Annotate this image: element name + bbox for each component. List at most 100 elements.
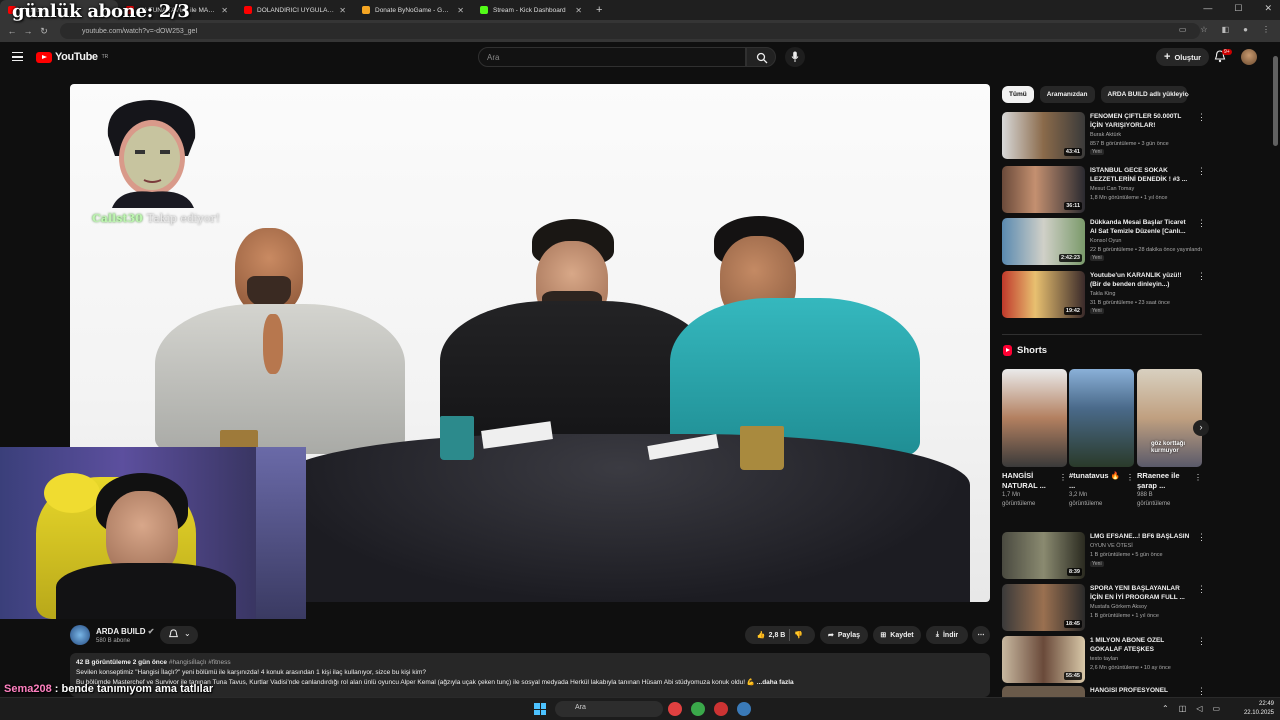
notification-count-badge: 9+ — [1222, 49, 1232, 55]
browser-tab[interactable]: DOLANDIRICI UYGULAMALAR ✕ — [236, 0, 354, 20]
chip-from-uploader[interactable]: ARDA BUILD adlı yükleyiciden — [1100, 86, 1187, 103]
channel-avatar[interactable] — [70, 625, 90, 645]
table — [270, 434, 970, 602]
wall-panel — [256, 447, 306, 619]
maximize-icon[interactable]: ☐ — [1234, 3, 1242, 14]
xbox-icon[interactable] — [691, 702, 705, 716]
browser-tab[interactable]: Donate ByNoGame - Gelen/Giden ✕ — [354, 0, 472, 20]
bookmark-star-icon[interactable]: ☆ — [1200, 25, 1207, 34]
minimize-icon[interactable]: — — [1203, 3, 1212, 14]
cast-icon[interactable]: ▭ — [1179, 25, 1187, 34]
follower-alert-image — [107, 100, 196, 208]
share-icon: ➦ — [827, 632, 834, 639]
video-thumbnail[interactable]: 55:45 — [1002, 636, 1085, 683]
short-thumbnail[interactable]: göz korttağı kurmuyor — [1137, 369, 1202, 467]
video-thumbnail[interactable] — [1002, 686, 1085, 697]
more-options-icon[interactable]: ⋮ — [1194, 473, 1202, 482]
browser-tab[interactable]: Stream - Kick Dashboard ✕ — [472, 0, 590, 20]
youtube-logo[interactable]: YouTube TR — [36, 51, 108, 63]
shorts-icon — [1003, 345, 1012, 356]
volume-icon[interactable]: ◁ — [1196, 704, 1202, 713]
thumbs-down-icon[interactable]: 👎 — [794, 631, 803, 639]
recommended-video[interactable]: 2:42:23 Dükkanda Mesai Başlar Ticaret Al… — [1002, 218, 1207, 266]
back-icon[interactable]: ← — [4, 26, 20, 36]
recommended-video[interactable]: 18:45 SPORA YENİ BAŞLAYANLAR İÇİN EN İYİ… — [1002, 584, 1207, 632]
extensions-icon[interactable]: ◧ — [1222, 25, 1230, 34]
menu-icon[interactable]: ⋮ — [1262, 25, 1270, 34]
close-tab-icon[interactable]: ✕ — [575, 6, 582, 15]
more-options-icon[interactable]: ⋮ — [1197, 584, 1206, 595]
page-scrollbar[interactable] — [1273, 46, 1278, 696]
address-bar-row: ← → ↻ youtube.com/watch?v=-dOW253_geI ▭ … — [0, 20, 1280, 42]
short-item[interactable]: #tunatavus 🔥 ... 3,2 Mn görüntüleme ⋮ — [1069, 369, 1134, 509]
taskbar-search[interactable]: Ara — [555, 701, 663, 717]
shorts-next-button[interactable]: › — [1193, 420, 1209, 436]
recommended-video[interactable]: 8:39 LMG EFSANE...! BF6 BAŞLASIN OYUN VE… — [1002, 532, 1207, 580]
more-options-icon[interactable]: ⋮ — [1197, 636, 1206, 647]
browser-icon[interactable] — [668, 702, 682, 716]
taskbar-clock[interactable]: 22:49 22.10.2025 — [1244, 700, 1274, 718]
scrollbar-thumb[interactable] — [1273, 56, 1278, 146]
short-thumbnail[interactable] — [1002, 369, 1067, 467]
video-thumbnail[interactable]: 2:42:23 — [1002, 218, 1085, 265]
windows-start-icon[interactable] — [534, 703, 546, 715]
video-thumbnail[interactable]: 43:41 — [1002, 112, 1085, 159]
battery-icon[interactable]: ▭ — [1212, 704, 1220, 713]
search-button[interactable] — [746, 47, 776, 67]
create-button[interactable]: + Oluştur — [1156, 48, 1210, 66]
recommended-video[interactable]: 36:11 İSTANBUL GECE SOKAK LEZZETLERİNİ D… — [1002, 166, 1207, 214]
account-avatar[interactable] — [1241, 49, 1257, 65]
more-actions-button[interactable]: ⋯ — [972, 626, 990, 644]
recommended-video[interactable]: 43:41 FENOMEN ÇİFTLER 50.000TL İÇİN YARI… — [1002, 112, 1207, 160]
close-window-icon[interactable]: ✕ — [1264, 3, 1272, 14]
filter-chips: Tümü Aramanızdan ARDA BUILD adlı yükleyi… — [1002, 86, 1187, 103]
new-tab-button[interactable]: + — [590, 4, 608, 16]
download-button[interactable]: ⤓ İndir — [926, 626, 968, 644]
short-thumbnail[interactable] — [1069, 369, 1134, 467]
recommended-video[interactable]: 19:42 Youtube'un KARANLIK yüzü!! (Bir de… — [1002, 271, 1207, 319]
forward-icon[interactable]: → — [20, 26, 36, 36]
network-icon[interactable]: ◫ — [1179, 704, 1187, 713]
hamburger-menu-icon[interactable] — [12, 52, 23, 61]
more-options-icon[interactable]: ⋮ — [1197, 218, 1206, 229]
more-options-icon[interactable]: ⋮ — [1059, 473, 1067, 482]
divider — [1002, 334, 1202, 335]
search-input[interactable]: Ara — [478, 47, 746, 67]
video-thumbnail[interactable]: 8:39 — [1002, 532, 1085, 579]
reload-icon[interactable]: ↻ — [36, 26, 52, 37]
share-button[interactable]: ➦ Paylaş — [820, 626, 868, 644]
streamer-webcam — [0, 447, 306, 619]
short-item[interactable]: HANGİSİ NATURAL ... 1,7 Mn görüntüleme ⋮ — [1002, 369, 1067, 509]
recommended-video[interactable]: 55:45 1 MİLYON ABONE ÖZEL GOKALAF ATEŞKE… — [1002, 636, 1207, 684]
plush-toy — [44, 473, 100, 513]
chip-all[interactable]: Tümü — [1002, 86, 1034, 103]
short-item[interactable]: göz korttağı kurmuyor RRaenee ile şarap … — [1137, 369, 1202, 509]
url-field[interactable]: youtube.com/watch?v=-dOW253_geI — [60, 23, 1200, 39]
chip-from-search[interactable]: Aramanızdan — [1039, 86, 1095, 103]
chevron-right-icon[interactable]: › — [1186, 89, 1189, 99]
video-thumbnail[interactable]: 36:11 — [1002, 166, 1085, 213]
more-options-icon[interactable]: ⋮ — [1126, 473, 1134, 482]
more-options-icon[interactable]: ⋮ — [1197, 686, 1206, 697]
app-icon[interactable] — [714, 702, 728, 716]
more-options-icon[interactable]: ⋮ — [1197, 112, 1206, 123]
more-options-icon[interactable]: ⋮ — [1197, 166, 1206, 177]
video-thumbnail[interactable]: 18:45 — [1002, 584, 1085, 631]
chevron-up-icon[interactable]: ⌃ — [1162, 704, 1169, 713]
more-options-icon[interactable]: ⋮ — [1197, 271, 1206, 282]
channel-name[interactable]: ARDA BUILD ✔ — [96, 627, 154, 636]
video-thumbnail[interactable]: 19:42 — [1002, 271, 1085, 318]
close-tab-icon[interactable]: ✕ — [457, 6, 464, 15]
more-options-icon[interactable]: ⋮ — [1197, 532, 1206, 543]
voice-search-button[interactable] — [785, 47, 805, 67]
thumbs-up-icon: 👍 — [756, 632, 766, 639]
profile-icon[interactable]: ● — [1243, 25, 1248, 34]
steam-icon[interactable] — [737, 702, 751, 716]
close-tab-icon[interactable]: ✕ — [221, 6, 228, 15]
like-button[interactable]: 👍 2,8 B — [756, 631, 785, 640]
recommended-video[interactable]: HANGİSİ PROFESYONEL ⋮ — [1002, 686, 1207, 697]
subscribed-bell-button[interactable]: ⌄ — [160, 626, 198, 644]
close-tab-icon[interactable]: ✕ — [339, 6, 346, 15]
shorts-section-title: Shorts — [1003, 345, 1047, 356]
save-button[interactable]: ⊞ Kaydet — [873, 626, 921, 644]
